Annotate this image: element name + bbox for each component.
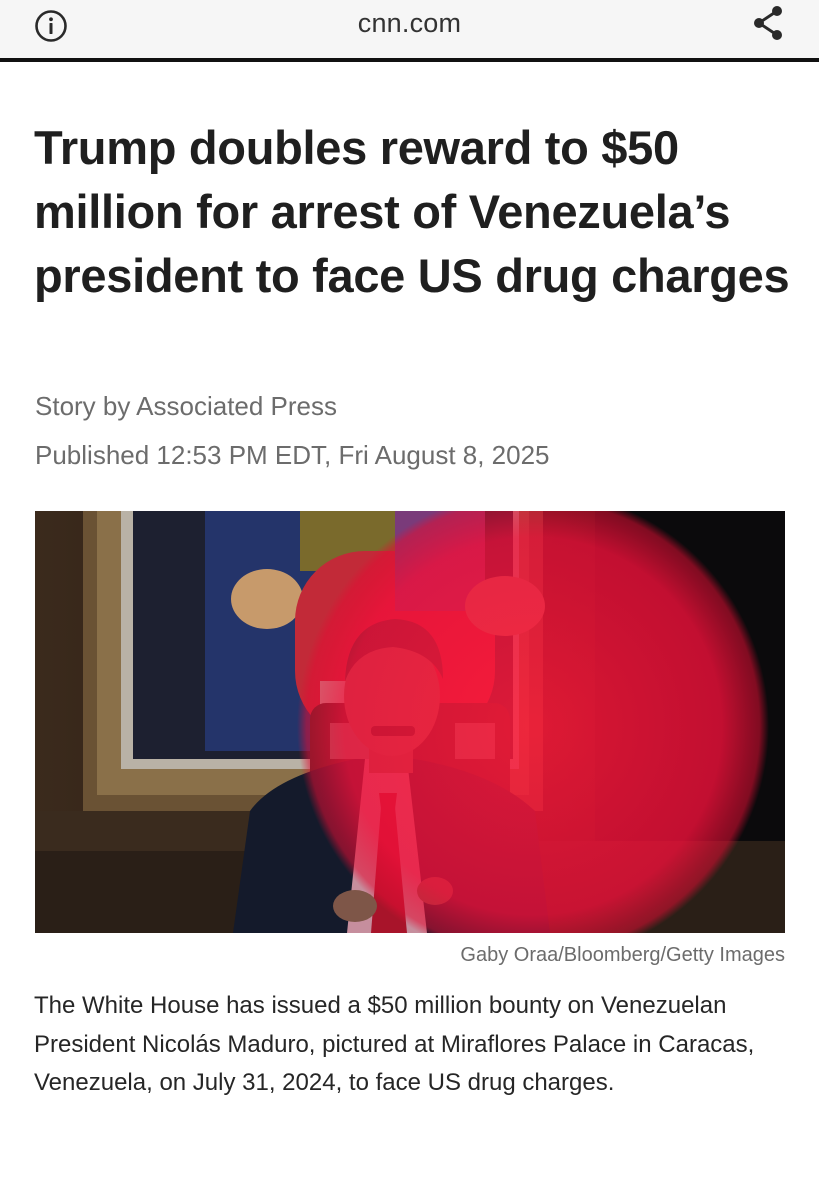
article-photo[interactable] [35,511,785,933]
article-byline: Story by Associated Press [35,391,338,421]
article-headline: Trump doubles reward to $50 million for … [34,121,790,302]
article-published-date: Published 12:53 PM EDT, Fri August 8, 20… [35,440,550,470]
browser-top-bar: cnn.com [0,0,819,62]
image-caption: The White House has issued a $50 million… [34,992,755,1096]
url-text[interactable]: cnn.com [0,8,819,39]
share-icon[interactable] [750,4,786,42]
image-credit: Gaby Oraa/Bloomberg/Getty Images [460,944,785,966]
article-page: cnn.com Trump doubles reward to $50 mill… [0,0,819,1200]
